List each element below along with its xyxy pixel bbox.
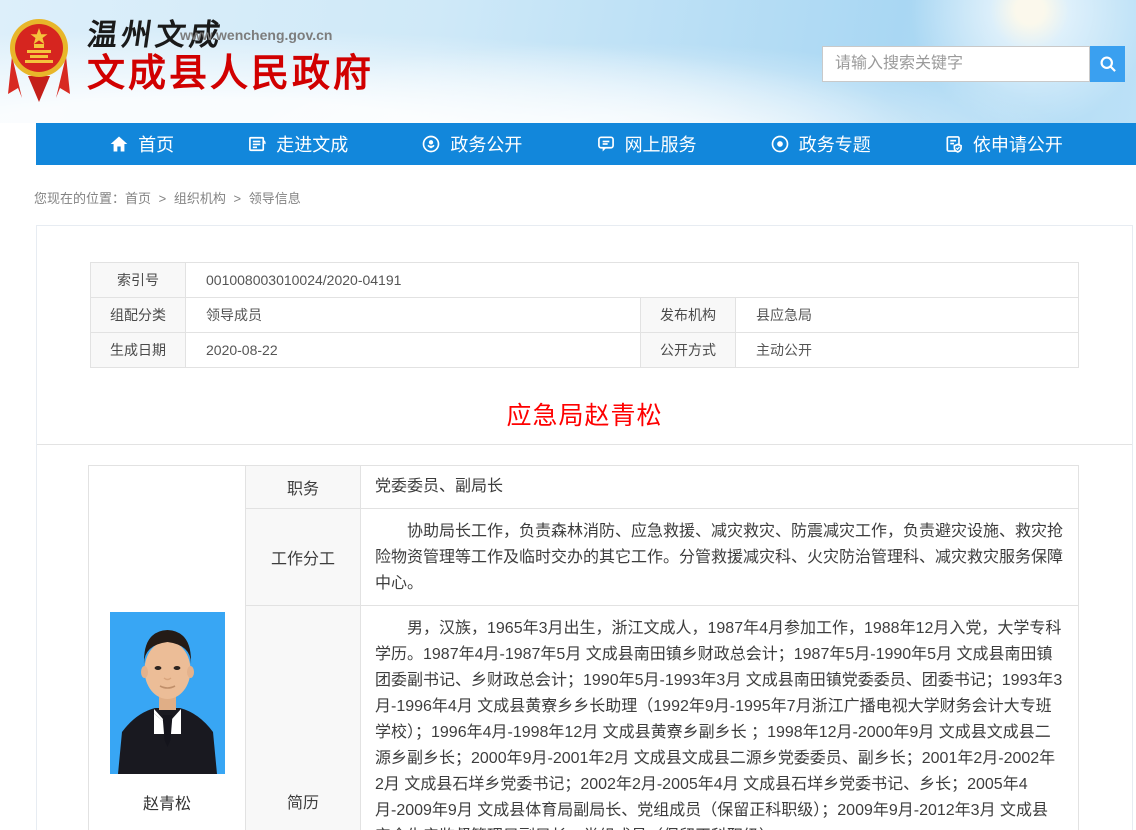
nav-label: 走进文成 (276, 131, 348, 157)
search-input[interactable] (822, 46, 1090, 82)
target-icon (770, 134, 790, 154)
meta-label-date: 生成日期 (91, 333, 186, 368)
meta-value-index: 001008003010024/2020-04191 (186, 263, 1079, 298)
search-button[interactable] (1090, 46, 1125, 82)
request-doc-icon (944, 134, 964, 154)
site-title: 文成县人民政府 (87, 42, 374, 97)
nav-item-gov-info[interactable]: 政务公开 (421, 131, 522, 157)
home-icon (109, 134, 129, 154)
document-meta-table: 索引号 001008003010024/2020-04191 组配分类 领导成员… (90, 262, 1079, 368)
meta-label-method: 公开方式 (641, 333, 736, 368)
nav-label: 依申请公开 (973, 131, 1063, 157)
profile-label-position: 职务 (246, 466, 361, 509)
breadcrumb: 您现在的位置：首页 > 组织机构 > 领导信息 (0, 165, 1136, 225)
nav-label: 网上服务 (625, 131, 697, 157)
newspaper-icon (247, 134, 267, 154)
leader-photo-cell: 赵青松 (89, 466, 246, 830)
site-header: 温州文成 www.wencheng.gov.cn 文成县人民政府 (0, 0, 1136, 123)
meta-value-category: 领导成员 (186, 298, 641, 333)
meta-row-date-method: 生成日期 2020-08-22 公开方式 主动公开 (91, 333, 1079, 368)
breadcrumb-current: 领导信息 (249, 191, 301, 206)
search-bar (822, 46, 1125, 82)
profile-row-position: 赵青松 职务 党委委员、副局长 (89, 466, 1079, 509)
leader-photo (110, 612, 225, 774)
profile-value-position: 党委委员、副局长 (361, 466, 1079, 509)
profile-value-resume: 男，汉族，1965年3月出生，浙江文成人，1987年4月参加工作，1988年12… (361, 606, 1079, 830)
main-nav: 首页 走进文成 政务公开 网上服务 政务专题 (36, 123, 1136, 165)
breadcrumb-prefix: 您现在的位置： (34, 191, 125, 206)
meta-label-category: 组配分类 (91, 298, 186, 333)
nav-item-about[interactable]: 走进文成 (247, 131, 348, 157)
broadcast-icon (421, 134, 441, 154)
nav-label: 政务专题 (799, 131, 871, 157)
profile-label-resume: 简历 (246, 606, 361, 830)
search-icon (1098, 54, 1118, 74)
nav-item-request-disclosure[interactable]: 依申请公开 (944, 131, 1063, 157)
meta-label-publisher: 发布机构 (641, 298, 736, 333)
leader-profile-table: 赵青松 职务 党委委员、副局长 工作分工 协助局长工作，负责森林消防、应急救援、… (88, 465, 1079, 830)
content-container: 索引号 001008003010024/2020-04191 组配分类 领导成员… (36, 225, 1133, 830)
profile-value-duty: 协助局长工作，负责森林消防、应急救援、减灾救灾、防震减灾工作，负责避灾设施、救灾… (361, 509, 1079, 606)
nav-item-home[interactable]: 首页 (109, 131, 174, 157)
nav-item-online-services[interactable]: 网上服务 (596, 131, 697, 157)
meta-value-publisher: 县应急局 (736, 298, 1079, 333)
breadcrumb-home[interactable]: 首页 (125, 191, 151, 206)
nav-label: 首页 (138, 131, 174, 157)
article-title: 应急局赵青松 (37, 396, 1132, 432)
nav-label: 政务公开 (450, 131, 522, 157)
breadcrumb-organization[interactable]: 组织机构 (174, 191, 226, 206)
meta-value-date: 2020-08-22 (186, 333, 641, 368)
chat-icon (596, 134, 616, 154)
national-emblem-icon (8, 6, 70, 106)
meta-row-category-publisher: 组配分类 领导成员 发布机构 县应急局 (91, 298, 1079, 333)
document-meta-section: 索引号 001008003010024/2020-04191 组配分类 领导成员… (37, 226, 1132, 445)
meta-label-index: 索引号 (91, 263, 186, 298)
meta-value-method: 主动公开 (736, 333, 1079, 368)
meta-row-index: 索引号 001008003010024/2020-04191 (91, 263, 1079, 298)
breadcrumb-separator: > (230, 191, 245, 206)
site-url: www.wencheng.gov.cn (180, 27, 332, 43)
breadcrumb-separator: > (155, 191, 170, 206)
nav-item-special-topics[interactable]: 政务专题 (770, 131, 871, 157)
leader-name: 赵青松 (89, 790, 245, 814)
profile-label-duty: 工作分工 (246, 509, 361, 606)
